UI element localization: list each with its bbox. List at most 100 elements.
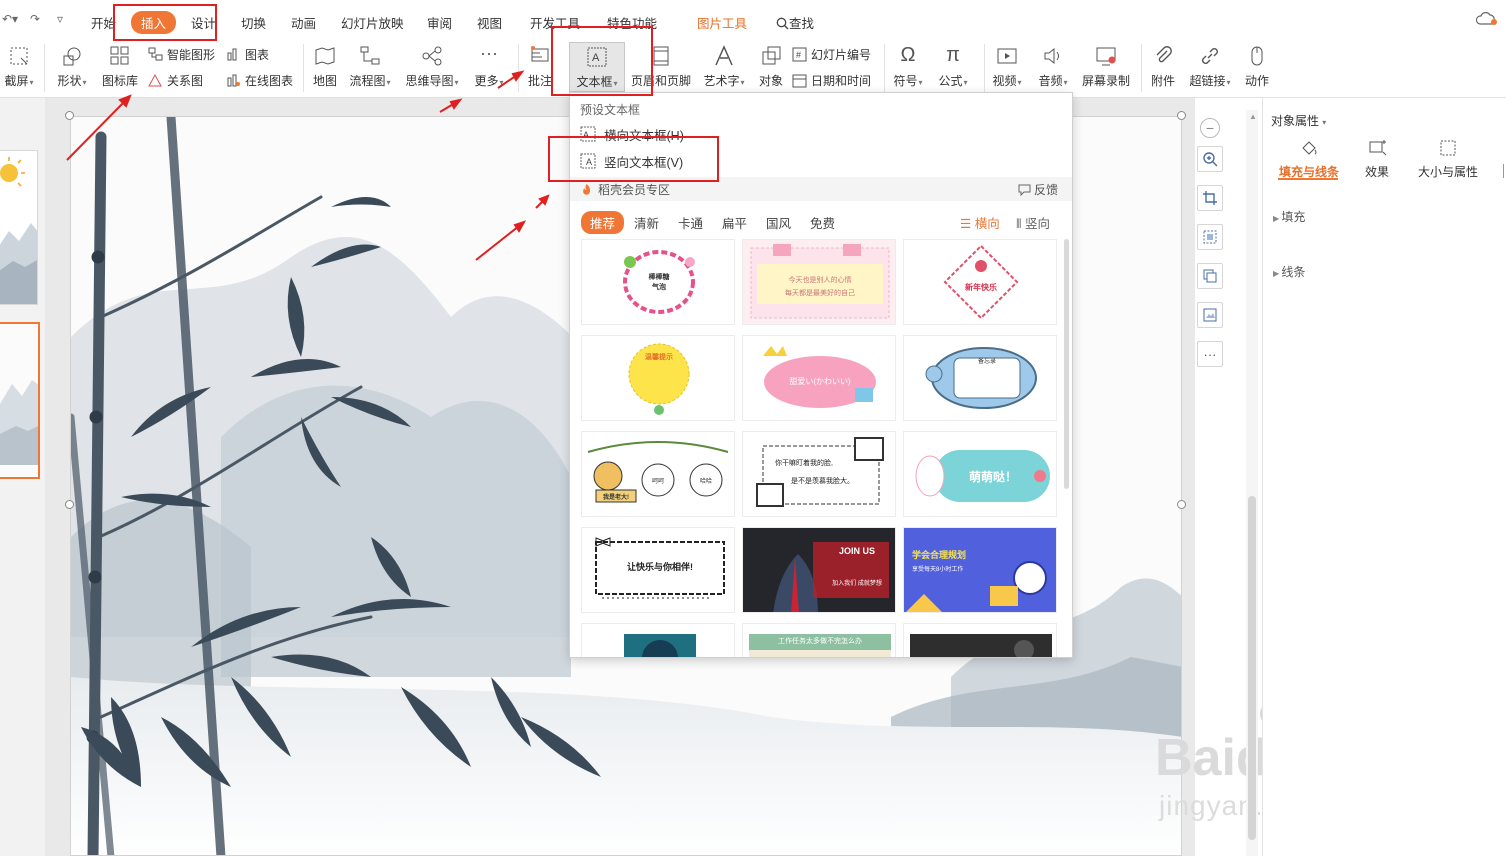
screenshot-button[interactable]: 截屏▾ xyxy=(0,44,38,89)
slide-thumbnail-2-selected[interactable] xyxy=(0,322,40,479)
columns-icon: ⦀ xyxy=(1016,217,1025,231)
template-card[interactable]: 你干嘛盯着我的脸, 是不是羡慕我脸大。 xyxy=(742,431,896,517)
effect-icon xyxy=(1369,140,1387,156)
template-card[interactable]: JOIN US 加入我们 成就梦想 xyxy=(742,527,896,613)
tab-transition[interactable]: 切换 xyxy=(241,13,266,32)
template-card[interactable]: 备忘录 xyxy=(903,335,1057,421)
hyperlink-button[interactable]: 超链接▾ xyxy=(1185,44,1235,89)
category-chinese-style[interactable]: 国风 xyxy=(766,213,791,232)
fill-section[interactable]: ▶ 填充 xyxy=(1273,208,1305,225)
panel-title[interactable]: 对象属性 ▾ xyxy=(1271,112,1326,129)
smart-graphic-button[interactable]: 智能图形 xyxy=(148,46,215,63)
ribbon-divider xyxy=(303,44,304,92)
attachment-button[interactable]: 附件 xyxy=(1148,44,1178,89)
slide-number-button[interactable]: # 幻灯片编号 xyxy=(792,46,871,63)
tab-slideshow[interactable]: 幻灯片放映 xyxy=(341,13,404,32)
menu-bar: ↶▾ ↷ ▿ 开始 插入 设计 切换 动画 幻灯片放映 审阅 视图 开发工具 特… xyxy=(0,0,1506,40)
template-card[interactable]: 今天也是别人的心情 每天都是最美好的自己 xyxy=(742,239,896,325)
template-card-text: 享受每天8小时工作 xyxy=(912,567,964,573)
replace-image-button[interactable] xyxy=(1197,302,1223,328)
tab-size-properties-label: 大小与属性 xyxy=(1417,165,1478,179)
template-card[interactable]: 工作任务太多做不完怎么办 xyxy=(742,623,896,657)
video-button[interactable]: 视频▾ xyxy=(989,44,1025,89)
category-cartoon[interactable]: 卡通 xyxy=(678,213,703,232)
resize-handle-top-right[interactable] xyxy=(1177,111,1186,120)
tab-fill-line[interactable]: 填充与线条 xyxy=(1275,138,1343,180)
category-free[interactable]: 免费 xyxy=(810,213,835,232)
line-section[interactable]: ▶ 线条 xyxy=(1273,263,1305,280)
tab-picture-tools[interactable]: 图片工具 xyxy=(697,13,747,32)
resize-handle-top-left[interactable] xyxy=(65,111,74,120)
template-card[interactable]: 温馨提示 xyxy=(581,335,735,421)
search-button[interactable]: 查找 xyxy=(776,13,814,32)
object-button[interactable]: 对象 xyxy=(756,44,786,89)
video-label: 视频 xyxy=(992,74,1017,88)
resize-handle-mid-left[interactable] xyxy=(65,500,74,509)
orientation-vertical[interactable]: ⦀ 竖向 xyxy=(1016,213,1050,232)
template-card[interactable]: 我是老大! 呵呵 哈哈 xyxy=(581,431,735,517)
crop-button[interactable] xyxy=(1197,185,1223,211)
category-flat[interactable]: 扁平 xyxy=(722,213,747,232)
dropdown-scrollbar[interactable] xyxy=(1064,239,1069,489)
template-card[interactable]: 新年快乐 xyxy=(903,239,1057,325)
resize-handle-mid-right[interactable] xyxy=(1177,500,1186,509)
icon-library-button[interactable]: 图标库 xyxy=(99,44,141,89)
size-icon xyxy=(1440,140,1456,156)
tab-view[interactable]: 视图 xyxy=(477,13,502,32)
redo-icon[interactable]: ↷ xyxy=(30,12,40,26)
template-card-text: 备忘录 xyxy=(977,359,996,365)
template-card-text: 哈哈 xyxy=(699,479,712,485)
online-chart-button[interactable]: 在线图表 xyxy=(226,72,293,89)
category-fresh[interactable]: 清新 xyxy=(634,213,659,232)
symbol-button[interactable]: Ω 符号▾ xyxy=(890,44,926,89)
category-recommended[interactable]: 推荐 xyxy=(581,211,625,234)
relation-graph-button[interactable]: 关系图 xyxy=(148,72,203,89)
chart-label: 图表 xyxy=(245,48,270,62)
template-card[interactable]: 棒棒糖 气泡 xyxy=(581,239,735,325)
main-scrollbar-thumb[interactable] xyxy=(1248,496,1256,840)
template-card[interactable] xyxy=(903,623,1057,657)
template-card[interactable]: 萌萌哒！ xyxy=(903,431,1057,517)
collapse-toolbar-icon[interactable]: − xyxy=(1200,118,1220,138)
wordart-button[interactable]: 艺术字▾ xyxy=(700,44,748,89)
template-card[interactable]: 甜爱い(かわいい) xyxy=(742,335,896,421)
crop-icon xyxy=(1203,191,1217,205)
slide-thumbnail-1[interactable] xyxy=(0,150,38,305)
calendar-icon xyxy=(792,74,807,88)
template-card[interactable]: 让快乐与你相伴! xyxy=(581,527,735,613)
template-card[interactable]: 学会合理规划 享受每天8小时工作 xyxy=(903,527,1057,613)
template-card[interactable] xyxy=(581,623,735,657)
feedback-button[interactable]: 反馈 xyxy=(1018,181,1058,198)
more-options-button[interactable]: ··· xyxy=(1197,341,1223,367)
map-label: 地图 xyxy=(312,74,337,88)
tab-effect[interactable]: 效果 xyxy=(1355,138,1399,180)
orientation-horizontal[interactable]: ☰ 横向 xyxy=(960,213,1000,232)
scroll-up-icon[interactable]: ▲ xyxy=(1249,112,1257,121)
customize-quick-access-icon[interactable]: ▿ xyxy=(57,12,63,26)
more-button[interactable]: ··· 更多▾ xyxy=(472,44,506,89)
highlight-vertical-textbox xyxy=(548,136,719,182)
copy-image-button[interactable] xyxy=(1197,263,1223,289)
icon-library-icon xyxy=(110,46,129,65)
tab-review[interactable]: 审阅 xyxy=(427,13,452,32)
shapes-button[interactable]: 形状▾ xyxy=(52,44,92,89)
cloud-sync-icon[interactable] xyxy=(1475,11,1501,30)
undo-icon[interactable]: ↶▾ xyxy=(2,12,18,26)
template-card-text: 工作任务太多做不完怎么办 xyxy=(778,638,862,645)
flowchart-button[interactable]: 流程图▾ xyxy=(347,44,393,89)
select-area-button[interactable] xyxy=(1197,224,1223,250)
chart-button[interactable]: 图表 xyxy=(226,46,269,63)
tab-size-properties[interactable]: 大小与属性 xyxy=(1413,138,1483,180)
audio-button[interactable]: 音频▾ xyxy=(1034,44,1072,89)
ribbon-divider xyxy=(44,44,45,92)
mindmap-label: 思维导图 xyxy=(405,74,454,88)
screen-record-button[interactable]: 屏幕录制 xyxy=(1080,44,1132,89)
formula-button[interactable]: π 公式▾ xyxy=(934,44,972,89)
action-button[interactable]: 动作 xyxy=(1242,44,1272,89)
mindmap-button[interactable]: 思维导图▾ xyxy=(402,44,462,89)
tab-animation[interactable]: 动画 xyxy=(291,13,316,32)
template-card-text: 棒棒糖 气泡 xyxy=(648,274,670,291)
map-button[interactable]: 地图 xyxy=(310,44,340,89)
zoom-in-button[interactable] xyxy=(1197,146,1223,172)
date-time-button[interactable]: 日期和时间 xyxy=(792,72,871,89)
